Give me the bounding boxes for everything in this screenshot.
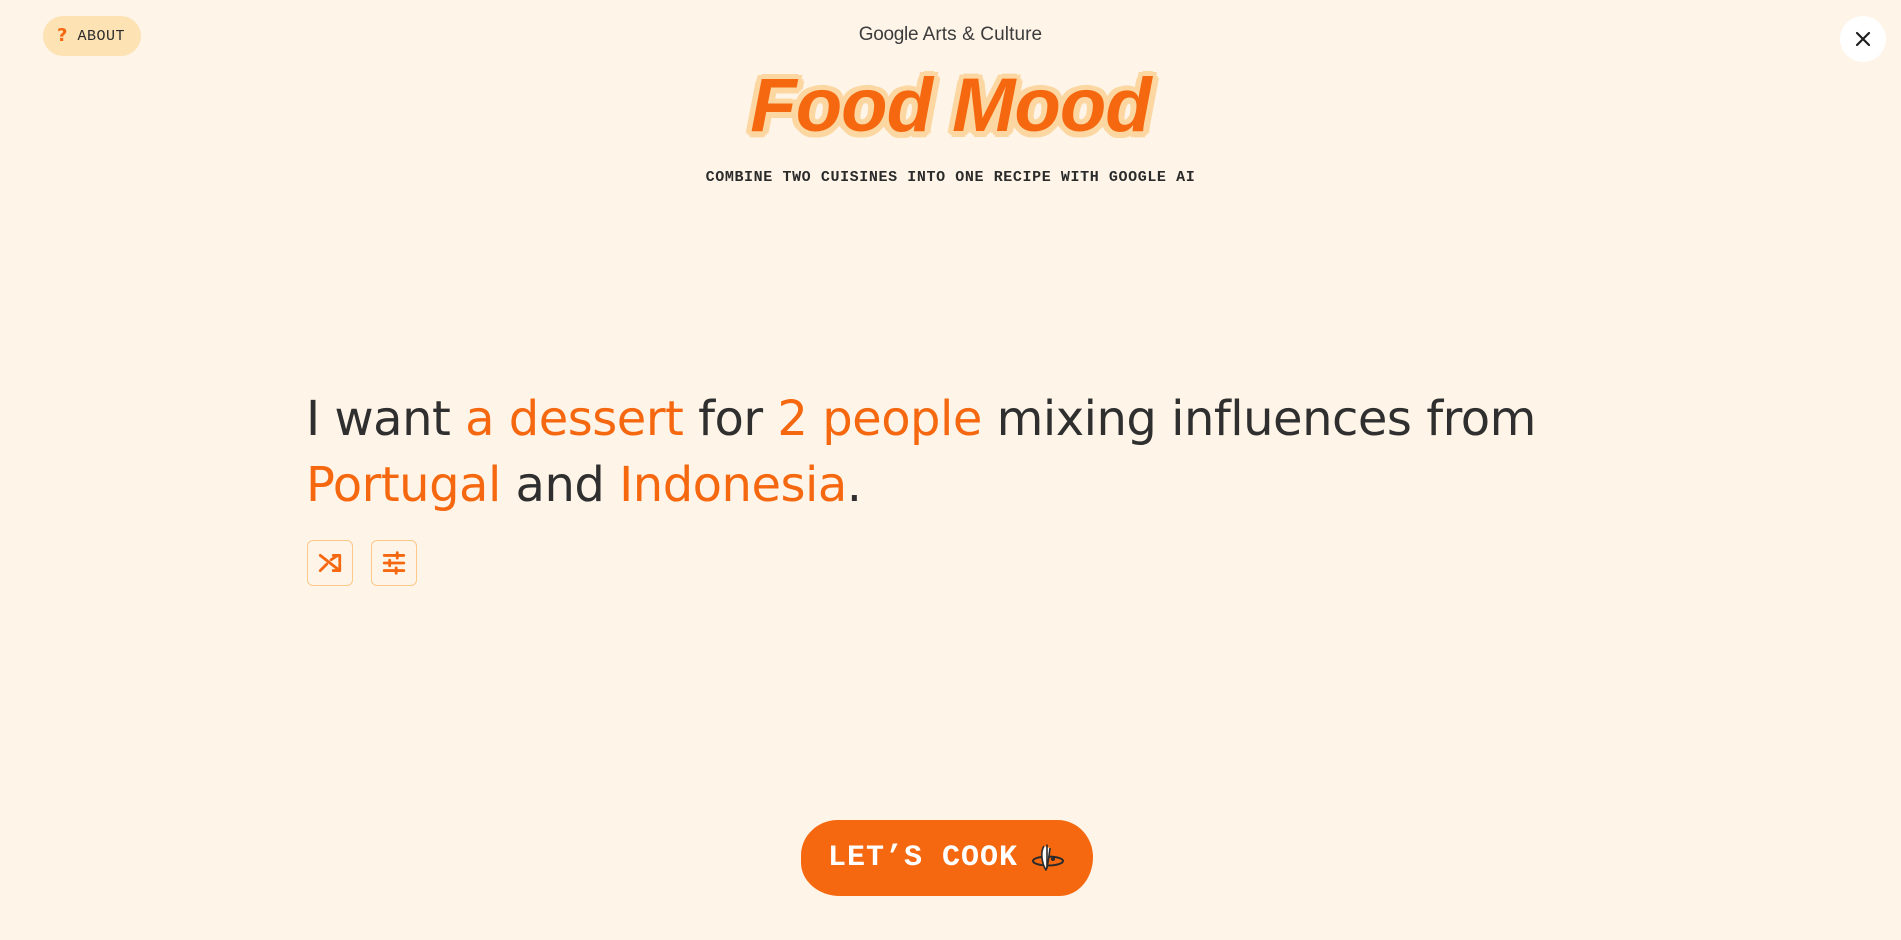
settings-button[interactable] <box>371 540 417 586</box>
sentence-text-3: mixing influences from <box>981 391 1537 447</box>
page: ? ABOUT Google Arts & Culture Food Mood … <box>0 0 1901 940</box>
dish-type-selector[interactable]: a dessert <box>465 391 684 447</box>
sentence-text-5: . <box>846 457 862 513</box>
cuisine-1-selector[interactable]: Portugal <box>306 457 501 513</box>
close-button[interactable] <box>1840 16 1886 62</box>
sliders-icon <box>382 551 406 575</box>
recipe-sentence: I want a dessert for 2 people mixing inf… <box>306 386 1626 518</box>
cuisine-2-selector[interactable]: Indonesia <box>619 457 847 513</box>
brand-google: Google <box>858 24 919 45</box>
whisk-icon <box>1032 844 1065 871</box>
lets-cook-label: LET’S COOK <box>827 841 1019 875</box>
sentence-text-4: and <box>500 457 620 513</box>
close-icon <box>1855 31 1871 47</box>
page-subtitle: COMBINE TWO CUISINES INTO ONE RECIPE WIT… <box>705 169 1196 186</box>
shuffle-button[interactable] <box>307 540 353 586</box>
google-arts-culture-logo[interactable]: Google Arts & Culture <box>0 24 1901 46</box>
sentence-text-1: I want <box>306 391 466 447</box>
page-title: Food Mood <box>750 63 1151 148</box>
people-count-selector[interactable]: 2 people <box>777 391 982 447</box>
brand-arts-culture: Arts & Culture <box>922 24 1043 45</box>
sentence-text-2: for <box>683 391 778 447</box>
shuffle-icon <box>318 554 342 572</box>
lets-cook-button[interactable]: LET’S COOK <box>801 820 1093 896</box>
